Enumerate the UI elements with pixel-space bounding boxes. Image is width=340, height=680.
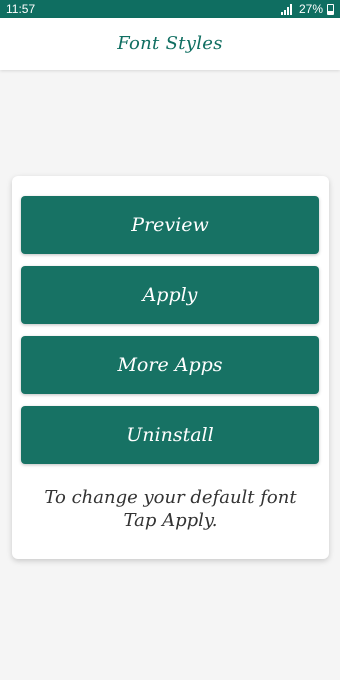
more-apps-button[interactable]: More Apps: [21, 336, 319, 394]
preview-button[interactable]: Preview: [21, 196, 319, 254]
status-bar: 11:57 27%: [0, 0, 340, 18]
instruction-line-2: Tap Apply.: [123, 510, 218, 531]
battery-percent: 27%: [298, 2, 323, 16]
instruction-text: To change your default font Tap Apply.: [12, 486, 329, 532]
actions-card: Preview Apply More Apps Uninstall To cha…: [12, 176, 329, 559]
status-time: 11:57: [6, 2, 36, 16]
status-icons: 27%: [279, 0, 334, 18]
uninstall-button[interactable]: Uninstall: [21, 406, 319, 464]
page-title: Font Styles: [117, 33, 223, 54]
app-bar: Font Styles: [0, 18, 340, 70]
apply-button[interactable]: Apply: [21, 266, 319, 324]
instruction-line-1: To change your default font: [44, 487, 297, 508]
battery-icon: [327, 3, 334, 15]
signal-icon: [279, 3, 295, 15]
